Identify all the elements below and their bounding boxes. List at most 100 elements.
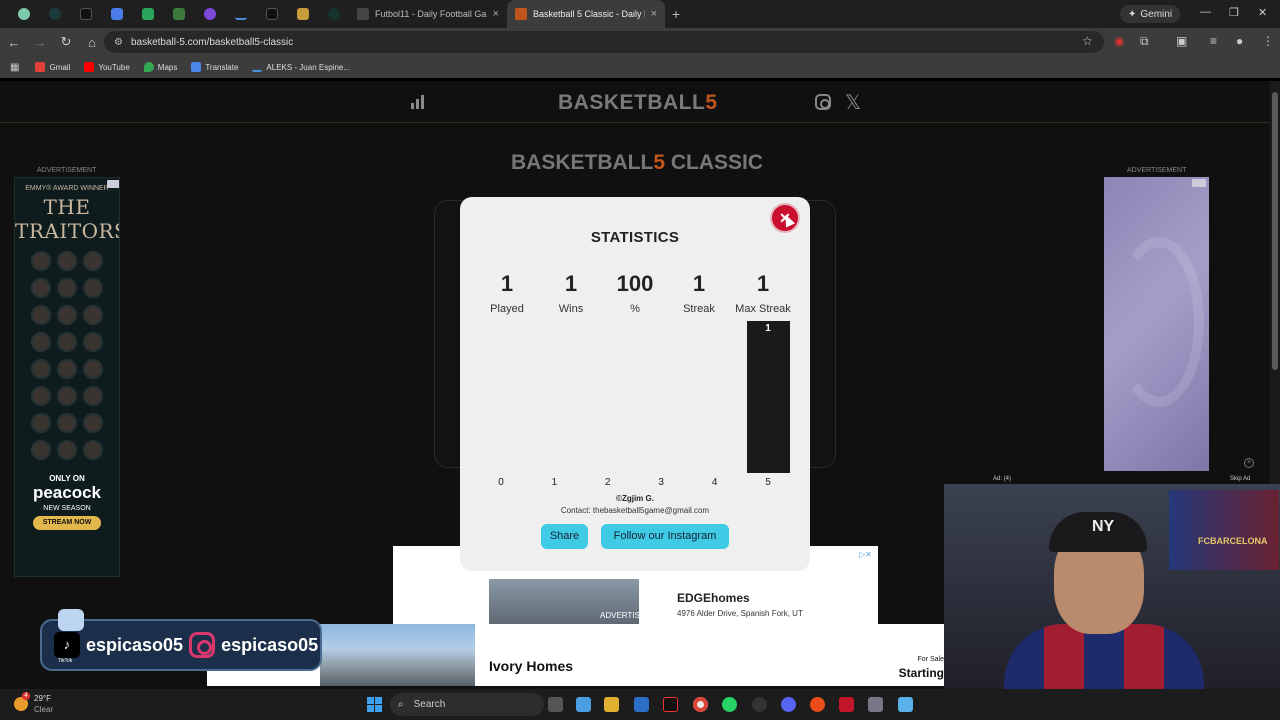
site-header: BASKETBALL5 𝕏	[0, 81, 1270, 123]
title-rest: CLASSIC	[665, 151, 764, 174]
bookmark-maps[interactable]: Maps	[143, 62, 177, 72]
pinned-tab[interactable]	[194, 0, 225, 28]
url-text: basketball-5.com/basketball5-classic	[130, 36, 294, 48]
instagram-handle: espicaso05	[221, 634, 319, 655]
maps-icon	[143, 62, 154, 72]
stat-value: 1	[692, 271, 706, 296]
right-ad[interactable]	[1104, 177, 1209, 471]
menu-icon[interactable]: ⋮	[1262, 34, 1274, 48]
app-icon[interactable]	[810, 697, 825, 712]
stat-label: Streak	[683, 303, 715, 315]
bookmark-aleks[interactable]: ALEKS - Juan Espine...	[252, 62, 350, 72]
extensions-puzzle-icon[interactable]: ⧉	[1140, 34, 1149, 49]
home-icon[interactable]: ⌂	[80, 30, 104, 54]
tiktok-icon[interactable]	[663, 697, 678, 712]
ad-show-title: THE TRAITORS	[15, 195, 120, 243]
flag-text: FCBARCELONA	[1198, 536, 1268, 546]
address-bar[interactable]: ⚙ basketball-5.com/basketball5-classic	[104, 31, 1104, 53]
pinned-tab[interactable]	[8, 0, 39, 28]
task-view-icon[interactable]	[548, 697, 563, 712]
pinned-tab[interactable]	[101, 0, 132, 28]
gemini-button[interactable]: ✦ Gemini	[1120, 5, 1181, 23]
adchoices-icon[interactable]	[107, 180, 119, 188]
whatsapp-icon[interactable]	[722, 697, 737, 712]
pinned-tabs	[8, 0, 349, 28]
pinned-tab[interactable]	[318, 0, 349, 28]
stat-label: Max Streak	[735, 303, 791, 315]
reload-icon[interactable]: ↻	[54, 30, 78, 54]
close-tab-icon[interactable]: ×	[651, 8, 657, 20]
profile-avatar[interactable]: ●	[1236, 34, 1243, 48]
pinned-tab[interactable]	[39, 0, 70, 28]
basketball5-icon	[515, 8, 527, 20]
chat-bubble-icon	[58, 609, 84, 631]
discord-icon[interactable]	[781, 697, 796, 712]
stats-icon[interactable]	[410, 95, 424, 109]
extension-icon[interactable]: ◉	[1114, 34, 1124, 48]
futbol11-icon	[357, 8, 369, 20]
pinned-tab[interactable]	[287, 0, 318, 28]
instagram-icon[interactable]	[815, 94, 831, 110]
sidepanel-icon[interactable]: ▣	[1176, 34, 1187, 48]
close-tab-icon[interactable]: ×	[493, 8, 499, 20]
close-icon[interactable]: ×	[1244, 458, 1254, 468]
minimize-icon[interactable]: —	[1200, 6, 1211, 18]
modal-title: STATISTICS	[590, 229, 680, 246]
notepad-icon[interactable]	[898, 697, 913, 712]
media-icon[interactable]: ≡	[1210, 34, 1217, 48]
site-info-icon[interactable]: ⚙	[114, 37, 123, 48]
twitch-icon	[203, 8, 216, 20]
chrome-icon[interactable]	[693, 697, 708, 712]
apps-grid-icon[interactable]: ▦	[10, 62, 19, 73]
app-icon[interactable]	[752, 697, 767, 712]
ad-brand: peacock	[32, 483, 102, 502]
contact-text: Contact: thebasketball5game@gmail.com	[560, 506, 710, 515]
weather-temp: 29°F	[34, 694, 51, 703]
restore-icon[interactable]: ❐	[1229, 6, 1239, 19]
app-icon[interactable]	[839, 697, 854, 712]
ad-count: Ad: (4)	[993, 476, 1012, 482]
pinned-tab[interactable]	[256, 0, 287, 28]
tab-basketball5[interactable]: Basketball 5 Classic - Daily NBA ×	[507, 0, 665, 28]
start-button[interactable]	[367, 697, 382, 712]
ad-stream-button[interactable]: STREAM NOW	[33, 516, 101, 530]
gemini-label: Gemini	[1140, 8, 1173, 20]
ad-award: EMMY® AWARD WINNER	[25, 185, 109, 192]
store-icon[interactable]	[634, 697, 649, 712]
tab-strip: Futbol11 - Daily Football Games × Basket…	[0, 0, 1280, 28]
pinned-tab[interactable]	[70, 0, 101, 28]
site-logo[interactable]: BASKETBALL5	[558, 91, 718, 115]
forward-icon[interactable]: →	[28, 30, 52, 54]
tab-futbol11[interactable]: Futbol11 - Daily Football Games ×	[349, 0, 507, 28]
bookmark-label: Translate	[205, 62, 239, 72]
file-explorer-icon[interactable]	[604, 697, 619, 712]
adchoices-icon[interactable]	[1192, 179, 1206, 187]
bookmark-youtube[interactable]: YouTube	[84, 62, 130, 72]
new-tab-button[interactable]: +	[665, 6, 687, 22]
skip-ad-button[interactable]: Skip Ad	[1230, 476, 1250, 482]
distribution-tick-label: 4	[711, 477, 718, 488]
settings-icon[interactable]	[868, 697, 883, 712]
scrollbar-thumb[interactable]	[1272, 92, 1278, 370]
tiktok-icon: ♪	[54, 632, 80, 658]
follow-instagram-button[interactable]: Follow our Instagram	[601, 524, 729, 549]
left-ad[interactable]: EMMY® AWARD WINNER THE TRAITORS ONLY ON …	[14, 177, 120, 577]
bookmark-translate[interactable]: Translate	[191, 62, 238, 72]
pinned-tab[interactable]	[225, 0, 256, 28]
x-twitter-icon[interactable]: 𝕏	[845, 90, 861, 115]
bookmarks-bar: ▦ Gmail YouTube Maps Translate ALEKS - J…	[0, 56, 1280, 78]
copilot-icon[interactable]	[576, 697, 591, 712]
back-icon[interactable]: ←	[2, 30, 26, 54]
adchoices-icon[interactable]: ▷✕	[859, 550, 872, 559]
credit-text: ©Zgjim G.	[616, 494, 654, 503]
pinned-tab[interactable]	[132, 0, 163, 28]
taskbar-search[interactable]: ⌕ Search	[390, 693, 544, 716]
pinned-tab[interactable]	[163, 0, 194, 28]
stat-max-streak: 1 Max Streak	[731, 271, 795, 315]
gmail-icon	[35, 62, 46, 72]
bookmark-star-icon[interactable]: ☆	[1082, 34, 1093, 48]
bookmark-gmail[interactable]: Gmail	[35, 62, 70, 72]
excel-icon	[172, 8, 185, 20]
share-button[interactable]: Share	[541, 524, 588, 549]
close-window-icon[interactable]: ✕	[1258, 6, 1267, 19]
